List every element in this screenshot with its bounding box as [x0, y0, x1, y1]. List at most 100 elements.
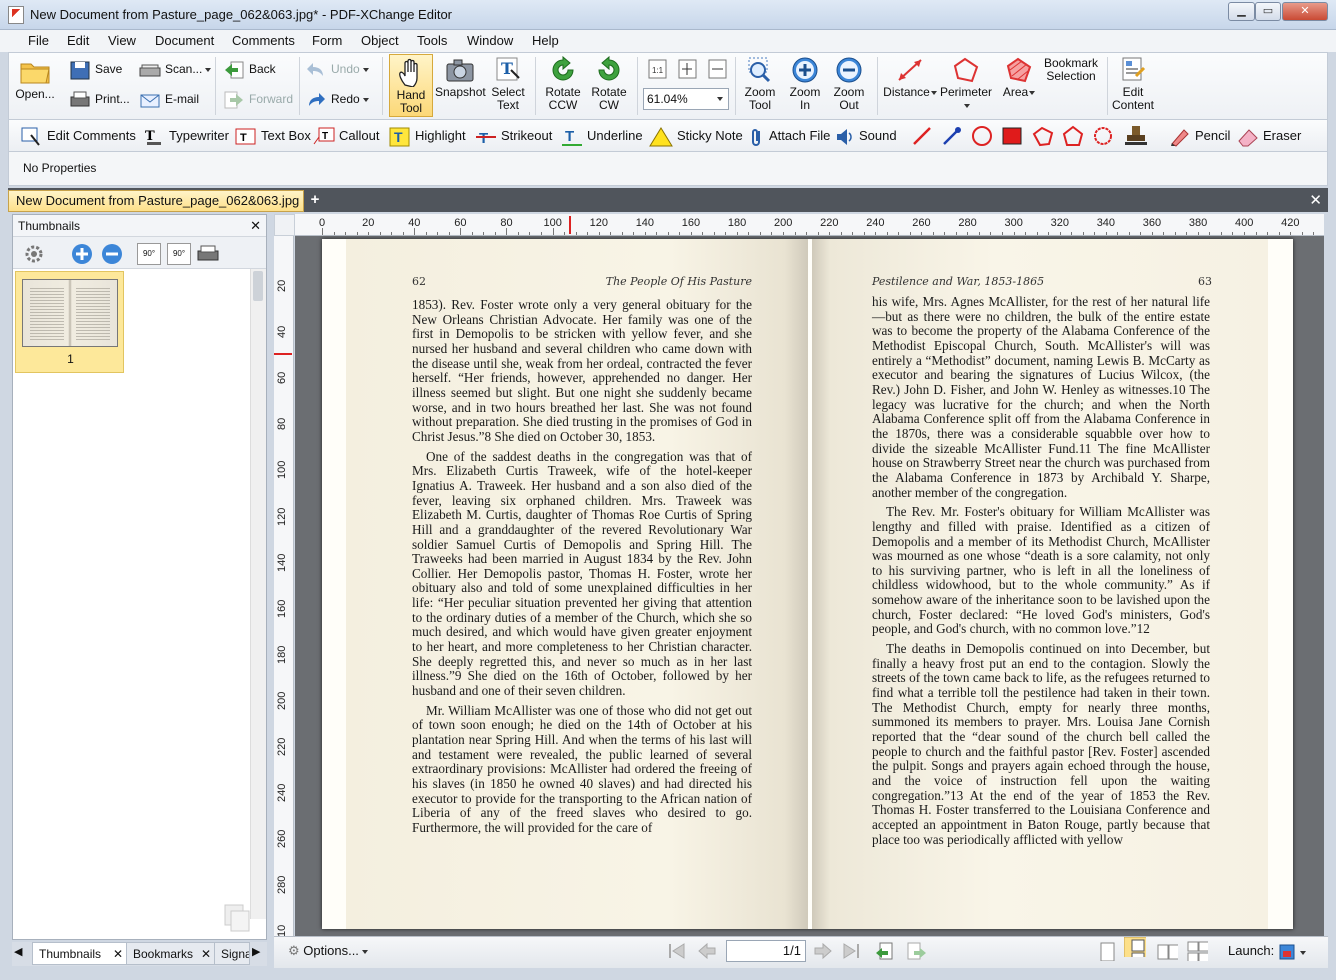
menu-form[interactable]: Form	[312, 33, 342, 48]
select-text-button[interactable]: T Select Text	[487, 56, 529, 112]
fit-page-icon[interactable]	[677, 58, 699, 80]
scroll-thumb[interactable]	[253, 271, 263, 301]
fit-width-icon[interactable]	[707, 58, 729, 80]
launch-app-icon[interactable]	[1278, 943, 1308, 963]
tabs-scroll-right-icon[interactable]: ▶	[252, 945, 266, 963]
zoom-level-select[interactable]: 61.04%	[643, 88, 729, 110]
continuous-facing-icon[interactable]	[1186, 941, 1208, 961]
undo-button[interactable]: Undo	[305, 58, 369, 80]
menu-tools[interactable]: Tools	[417, 33, 447, 48]
rotate-left-icon[interactable]: 90°	[137, 243, 161, 265]
callout-button[interactable]: T Callout	[313, 125, 379, 147]
close-document-icon[interactable]: ✕	[1309, 191, 1322, 209]
page-thumbnail[interactable]: 1	[15, 271, 124, 373]
tab-close-icon[interactable]: ✕	[113, 943, 123, 965]
first-page-icon[interactable]	[666, 941, 688, 961]
minimize-button[interactable]: ▁	[1228, 2, 1255, 21]
facing-pages-icon[interactable]	[1156, 941, 1178, 961]
ruler-tick	[517, 232, 519, 235]
attach-file-button[interactable]: Attach File	[749, 125, 830, 147]
rotate-cw-button[interactable]: Rotate CW	[587, 56, 631, 112]
actual-size-icon[interactable]: 1:1	[647, 58, 669, 80]
rotate-right-icon[interactable]: 90°	[167, 243, 191, 265]
arrow-icon[interactable]	[941, 125, 963, 147]
distance-button[interactable]: Distance	[883, 56, 937, 99]
zoom-tool-button[interactable]: Zoom Tool	[741, 56, 779, 112]
redo-button[interactable]: Redo	[305, 88, 369, 110]
polygon-cloud-icon[interactable]	[1091, 125, 1115, 147]
rotate-ccw-button[interactable]: Rotate CCW	[541, 56, 585, 112]
eraser-button[interactable]: Eraser	[1237, 125, 1301, 147]
previous-page-icon[interactable]	[696, 941, 718, 961]
area-button[interactable]: Area	[999, 56, 1039, 99]
sticky-note-button[interactable]: Sticky Note	[649, 125, 743, 147]
document-view[interactable]: 62 The People Of His Pasture 1853). Rev.…	[295, 236, 1324, 936]
highlight-button[interactable]: T Highlight	[389, 125, 466, 147]
bookmark-selection-button[interactable]: Bookmark Selection	[1039, 57, 1103, 83]
perimeter-button[interactable]: Perimeter	[939, 56, 993, 112]
maximize-button[interactable]: ▭	[1255, 2, 1281, 21]
text-box-button[interactable]: T Text Box	[235, 125, 311, 147]
panel-scrollbar[interactable]	[250, 269, 266, 919]
hand-tool-button[interactable]: Hand Tool	[389, 54, 433, 117]
thumbnail-zoom-out-icon[interactable]	[101, 243, 123, 265]
ruler-corner[interactable]	[274, 214, 295, 236]
main-toolbar: Open... Save Print... Scan... E-mail Bac…	[8, 52, 1328, 120]
menu-object[interactable]: Object	[361, 33, 399, 48]
menu-document[interactable]: Document	[155, 33, 214, 48]
underline-button[interactable]: T Underline	[561, 125, 643, 147]
menu-file[interactable]: File	[28, 33, 49, 48]
print-button[interactable]: Print...	[69, 88, 130, 110]
thumbnail-zoom-in-icon[interactable]	[71, 243, 93, 265]
edit-content-button[interactable]: Edit Content	[1109, 56, 1157, 112]
tab-thumbnails[interactable]: Thumbnails ✕	[32, 942, 128, 965]
open-button[interactable]: Open...	[15, 56, 55, 101]
single-page-icon[interactable]	[1096, 941, 1118, 961]
thumbnail-print-icon[interactable]	[197, 243, 219, 265]
typewriter-button[interactable]: T Typewriter	[143, 125, 229, 147]
save-button[interactable]: Save	[69, 58, 122, 80]
ruler-tick	[575, 232, 577, 235]
rectangle-icon[interactable]	[1001, 125, 1023, 147]
polygon-icon[interactable]	[1061, 125, 1085, 147]
pencil-button[interactable]: Pencil	[1169, 125, 1230, 147]
forward-button[interactable]: Forward	[223, 88, 293, 110]
ruler-tick	[1278, 232, 1280, 235]
gear-icon[interactable]	[23, 243, 45, 265]
panel-close-icon[interactable]: ✕	[250, 215, 261, 237]
continuous-page-icon[interactable]	[1124, 937, 1146, 957]
next-view-icon[interactable]	[906, 941, 928, 961]
ruler-label: 20	[362, 217, 375, 229]
menu-comments[interactable]: Comments	[232, 33, 295, 48]
oval-icon[interactable]	[971, 125, 993, 147]
scan-button[interactable]: Scan...	[139, 58, 212, 80]
cloud-icon[interactable]	[1031, 125, 1055, 147]
menu-window[interactable]: Window	[467, 33, 513, 48]
stamp-icon[interactable]	[1123, 124, 1149, 148]
tab-bookmarks[interactable]: Bookmarks ✕	[126, 942, 216, 965]
menu-edit[interactable]: Edit	[67, 33, 89, 48]
options-button[interactable]: ⚙ Options...	[288, 943, 368, 959]
ruler-tick	[494, 232, 496, 235]
strikeout-button[interactable]: T Strikeout	[475, 125, 552, 147]
new-tab-button[interactable]: +	[308, 192, 322, 208]
last-page-icon[interactable]	[840, 941, 862, 961]
zoom-out-button[interactable]: Zoom Out	[829, 56, 869, 112]
previous-view-icon[interactable]	[874, 941, 896, 961]
email-button[interactable]: E-mail	[139, 88, 199, 110]
next-page-icon[interactable]	[812, 941, 834, 961]
page-number-input[interactable]: 1/1	[726, 940, 806, 962]
back-button[interactable]: Back	[223, 58, 276, 80]
zoom-in-button[interactable]: Zoom In	[785, 56, 825, 112]
tab-signatures[interactable]: Signa	[214, 942, 250, 965]
tab-close-icon[interactable]: ✕	[201, 943, 211, 965]
menu-help[interactable]: Help	[532, 33, 559, 48]
document-tab[interactable]: New Document from Pasture_page_062&063.j…	[8, 190, 304, 228]
tabs-scroll-left-icon[interactable]: ◀	[14, 945, 28, 963]
edit-comments-button[interactable]: Edit Comments	[21, 125, 136, 147]
line-icon[interactable]	[911, 125, 933, 147]
menu-view[interactable]: View	[108, 33, 136, 48]
snapshot-button[interactable]: Snapshot	[435, 56, 486, 99]
sound-button[interactable]: Sound	[835, 125, 897, 147]
close-window-button[interactable]: ✕	[1282, 2, 1328, 21]
